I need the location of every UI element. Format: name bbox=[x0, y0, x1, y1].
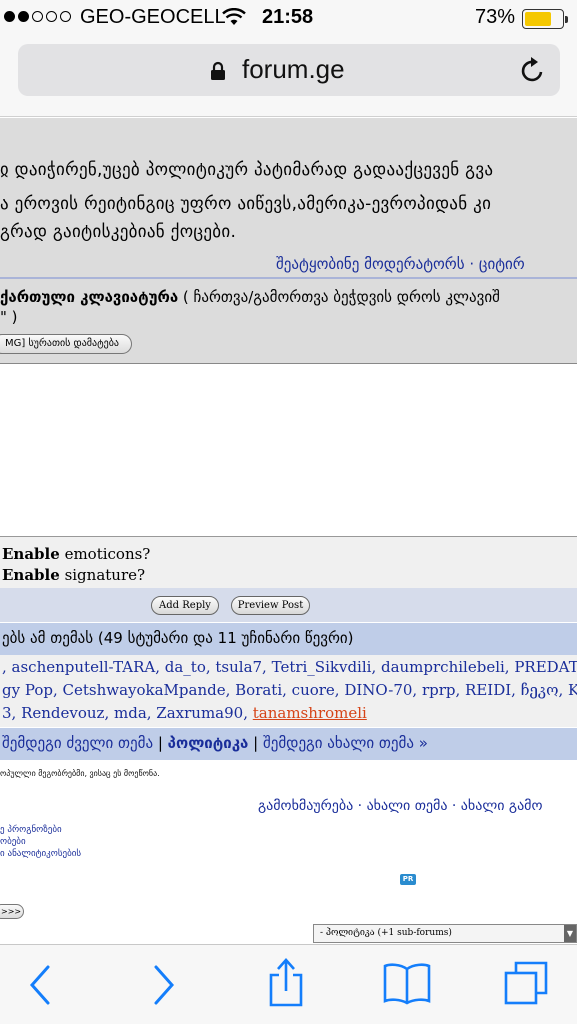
post-text-line: გრად გაიტისკებიან ქოცები. bbox=[0, 222, 237, 242]
forum-link[interactable]: პოლიტიკა bbox=[168, 734, 249, 752]
keyboard-note: ( ჩართვა/გამორთვა ბეჭდვის დროს კლავიშ bbox=[182, 288, 500, 306]
share-icon[interactable] bbox=[266, 957, 306, 1011]
back-icon[interactable] bbox=[26, 963, 54, 1011]
topic-navigation: შემდეგი ძველი თემა | პოლიტიკა | შემდეგი … bbox=[0, 728, 577, 760]
viewers-line[interactable]: gy Pop, CetshwayokaMpande, Borati, cuore… bbox=[2, 681, 577, 699]
keyboard-note-end: " ) bbox=[0, 308, 18, 326]
viewers-header: ებს ამ თემას (49 სტუმარი და 11 უჩინარი წ… bbox=[0, 623, 577, 655]
related-topic-link[interactable]: ობები bbox=[0, 837, 26, 847]
viewers-line[interactable]: 3, Rendevouz, mda, Zaxruma90, tanamshrom… bbox=[2, 704, 367, 722]
share-notice: ოპულლი მეგობრებმი, ვისაც ეს მოეწონა. bbox=[0, 769, 160, 778]
reply-buttons-row: Add Reply Preview Post bbox=[0, 588, 577, 622]
tabs-icon[interactable] bbox=[502, 959, 552, 1011]
pr-badge[interactable]: PR bbox=[400, 874, 416, 885]
go-button[interactable]: >>> bbox=[0, 904, 24, 919]
reload-icon[interactable] bbox=[520, 56, 546, 88]
keyboard-title[interactable]: ქართული კლავიატურა bbox=[0, 288, 178, 306]
lock-icon bbox=[210, 61, 226, 85]
post-and-editor-block: ჲ დაიჭირენ,უცებ პოლიტიკურ პატიმარად გადა… bbox=[0, 118, 577, 364]
wifi-icon bbox=[222, 7, 246, 31]
signature-option-text: signature? bbox=[59, 566, 146, 584]
viewers-line[interactable]: , aschenputell-TARA, da_to, tsula7, Tetr… bbox=[2, 658, 577, 676]
preview-post-button[interactable]: Preview Post bbox=[231, 596, 310, 615]
page-content: ჲ დაიჭირენ,უცებ პოლიტიკურ პატიმარად გადა… bbox=[0, 118, 577, 944]
signal-strength-icon bbox=[4, 11, 71, 22]
divider bbox=[0, 277, 577, 279]
address-bar[interactable]: forum.ge bbox=[18, 44, 560, 96]
battery-percent: 73% bbox=[475, 6, 516, 28]
viewers-list: , aschenputell-TARA, da_to, tsula7, Tetr… bbox=[0, 655, 577, 727]
forward-icon[interactable] bbox=[150, 963, 178, 1011]
url-text[interactable]: forum.ge bbox=[242, 54, 345, 85]
next-topic-link[interactable]: შემდეგი ახალი თემა » bbox=[263, 734, 428, 752]
post-text-line: ჲ დაიჭირენ,უცებ პოლიტიკურ პატიმარად გადა… bbox=[0, 160, 494, 180]
add-reply-button[interactable]: Add Reply bbox=[151, 596, 219, 615]
footer-action-links[interactable]: გამოხმაურება · ახალი თემა · ახალი გამო bbox=[258, 798, 543, 814]
clock: 21:58 bbox=[262, 6, 314, 28]
emoticons-option-text: emoticons? bbox=[59, 545, 151, 563]
carrier-name: GEO-GEOCELL bbox=[80, 6, 226, 28]
add-image-button[interactable]: MG] სურათის დამატება bbox=[0, 334, 132, 354]
browser-chrome-top: GEO-GEOCELL 21:58 73% forum.ge bbox=[0, 0, 577, 117]
keyboard-toggle-line[interactable]: ქართული კლავიატურა ( ჩართვა/გამორთვა ბეჭ… bbox=[0, 288, 500, 306]
battery-icon bbox=[522, 9, 568, 29]
nav-separator: | bbox=[153, 734, 168, 752]
emoticons-option[interactable]: Enable emoticons? bbox=[2, 545, 150, 563]
post-options: Enable emoticons? Enable signature? bbox=[0, 536, 577, 588]
browser-toolbar bbox=[0, 944, 577, 1024]
prev-topic-link[interactable]: შემდეგი ძველი თემა bbox=[2, 734, 153, 752]
viewers-line-text[interactable]: 3, Rendevouz, mda, Zaxruma90, bbox=[2, 704, 253, 722]
bookmarks-icon[interactable] bbox=[382, 961, 432, 1009]
forum-jump-value: - პოლიტიკა (+1 sub-forums) bbox=[320, 928, 452, 938]
signature-option[interactable]: Enable signature? bbox=[2, 566, 145, 584]
signature-option-bold: Enable bbox=[2, 566, 60, 584]
post-action-links[interactable]: შეატყობინე მოდერატორს · ციტირ bbox=[276, 255, 525, 273]
status-bar: GEO-GEOCELL 21:58 73% bbox=[0, 6, 577, 32]
nav-separator: | bbox=[248, 734, 263, 752]
related-topic-link[interactable]: ე პროგნოზები bbox=[0, 825, 62, 835]
dropdown-arrow-icon: ▼ bbox=[564, 925, 576, 942]
forum-jump-select[interactable]: - პოლიტიკა (+1 sub-forums) ▼ bbox=[313, 924, 577, 943]
related-topic-link[interactable]: ი ანალიტიკოსების bbox=[0, 849, 81, 859]
emoticons-option-bold: Enable bbox=[2, 545, 60, 563]
highlighted-user-link[interactable]: tanamshromeli bbox=[253, 704, 367, 722]
post-text-line: ა ეროვის რეიტინგიც უფრო აიწევს,ამერიკა-ე… bbox=[0, 194, 492, 214]
